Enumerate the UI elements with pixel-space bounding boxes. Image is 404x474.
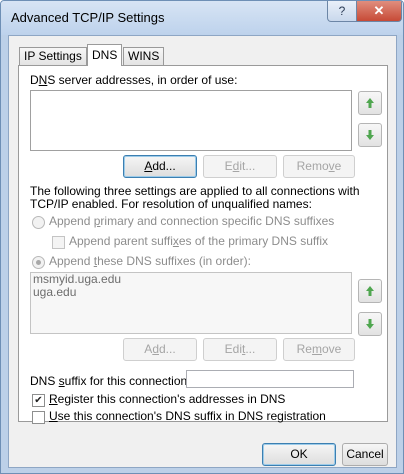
checkmark-icon: ✔ <box>34 395 43 406</box>
add-server-button[interactable]: Add... <box>123 155 197 178</box>
title-bar[interactable]: Advanced TCP/IP Settings ? ✕ <box>1 1 403 35</box>
radio-append-these[interactable] <box>32 256 45 269</box>
radio-append-primary[interactable] <box>32 216 45 229</box>
arrow-down-icon <box>366 319 374 329</box>
move-suffix-down-button[interactable] <box>358 312 382 336</box>
tab-dns[interactable]: DNS <box>87 44 123 66</box>
cancel-button[interactable]: Cancel <box>342 443 388 466</box>
list-item[interactable]: msmyid.uga.edu <box>31 273 351 286</box>
checkbox-use-suffix-registration[interactable] <box>32 411 45 424</box>
tab-ip-settings[interactable]: IP Settings <box>19 47 87 65</box>
checkbox-use-suffix-registration-label: Use this connection's DNS suffix in DNS … <box>49 409 326 423</box>
remove-server-button[interactable]: Remove <box>283 155 355 178</box>
checkbox-append-parent[interactable] <box>52 236 65 249</box>
dns-suffix-list[interactable]: msmyid.uga.edu uga.edu <box>30 272 352 334</box>
connection-suffix-label: DNS suffix for this connection: <box>30 374 191 388</box>
close-icon: ✕ <box>373 3 385 18</box>
tab-wins[interactable]: WINS <box>123 47 165 65</box>
window-title: Advanced TCP/IP Settings <box>11 10 165 25</box>
move-suffix-up-button[interactable] <box>358 279 382 303</box>
dns-tab-panel: DNS server addresses, in order of use: A… <box>18 65 388 424</box>
help-icon: ? <box>338 4 346 18</box>
remove-suffix-button[interactable]: Remove <box>283 338 355 361</box>
edit-suffix-button[interactable]: Edit... <box>203 338 277 361</box>
add-suffix-button[interactable]: Add... <box>123 338 197 361</box>
help-button[interactable]: ? <box>327 1 357 22</box>
list-item[interactable]: uga.edu <box>31 286 351 299</box>
move-server-down-button[interactable] <box>358 123 382 147</box>
connection-suffix-input[interactable] <box>186 370 354 388</box>
dns-server-addresses-label: DNS server addresses, in order of use: <box>30 73 238 87</box>
close-button[interactable]: ✕ <box>356 1 402 22</box>
move-server-up-button[interactable] <box>358 91 382 115</box>
settings-description: The following three settings are applied… <box>30 184 360 211</box>
checkbox-register-addresses-label: Register this connection's addresses in … <box>49 392 286 406</box>
checkbox-register-addresses[interactable]: ✔ <box>32 394 45 407</box>
checkbox-append-parent-label: Append parent suffixes of the primary DN… <box>69 234 329 248</box>
advanced-tcpip-settings-dialog: Advanced TCP/IP Settings ? ✕ IP Settings… <box>0 0 404 474</box>
edit-server-button[interactable]: Edit... <box>203 155 277 178</box>
radio-append-these-label: Append these DNS suffixes (in order): <box>49 254 251 268</box>
dns-server-list[interactable] <box>30 90 352 151</box>
radio-append-primary-label: Append primary and connection specific D… <box>49 214 335 228</box>
arrow-up-icon <box>366 98 374 108</box>
arrow-up-icon <box>366 286 374 296</box>
ok-button[interactable]: OK <box>262 443 336 466</box>
dialog-client-area: IP Settings DNS WINS DNS server addresse… <box>8 35 397 468</box>
arrow-down-icon <box>366 130 374 140</box>
